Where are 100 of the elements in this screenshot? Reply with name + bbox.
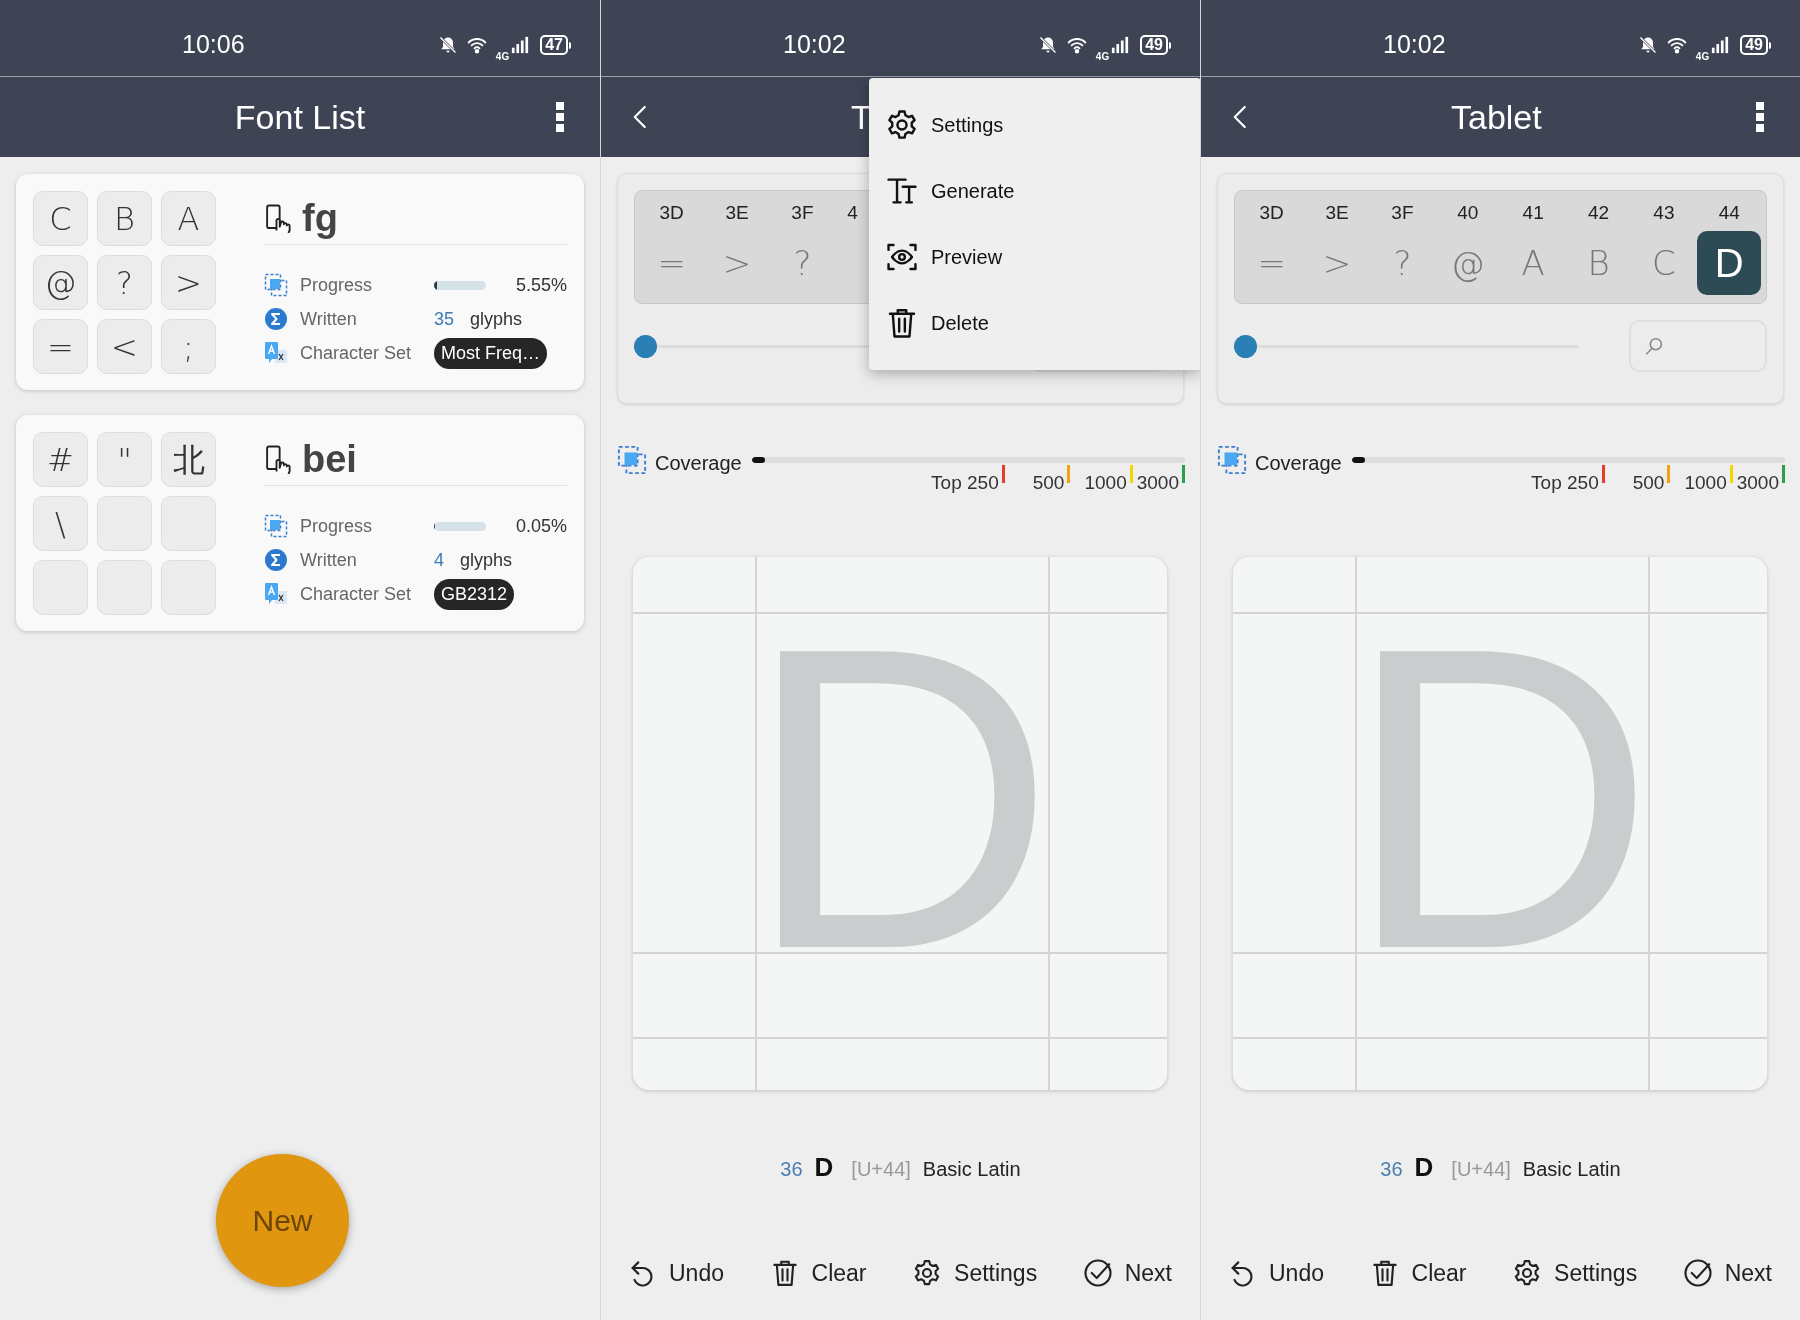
font-card[interactable]: # " 北 \ bei Progress 0.05% Written 4 glyphs Character Set GB2312 xyxy=(16,415,584,631)
current-glyph: D xyxy=(814,1151,834,1184)
menu-item[interactable]: Settings xyxy=(869,92,1201,158)
more-menu-icon[interactable] xyxy=(1756,102,1764,132)
glyph-thumbnail: < xyxy=(97,319,152,374)
glyph-thumbnail: ? xyxy=(97,255,152,310)
glyph-thumbnail: \ xyxy=(33,496,88,551)
glyph-cell[interactable]: D xyxy=(1697,231,1762,295)
screen-title: Tablet xyxy=(1451,96,1542,138)
coverage-mark: 1000 xyxy=(1684,473,1727,492)
glyph-code: 44 xyxy=(1718,201,1740,225)
toolbar-button[interactable]: Clear xyxy=(1369,1256,1467,1291)
glyph-code: 3D xyxy=(1259,201,1284,225)
unicode-code: [U+44] xyxy=(851,1157,911,1182)
search-field[interactable] xyxy=(1629,320,1767,372)
glyph-slot xyxy=(161,496,216,551)
glyph-thumbnail: 北 xyxy=(161,432,216,487)
signal-icon xyxy=(1111,35,1130,55)
tablet-touch-icon xyxy=(264,443,294,474)
row-label: Character Set xyxy=(300,582,413,606)
slider-thumb[interactable] xyxy=(634,334,657,358)
battery-indicator: 49 xyxy=(1140,35,1168,55)
glyph-code: 3E xyxy=(725,201,749,225)
glyph-code: 43 xyxy=(1653,201,1675,225)
signal-icon xyxy=(1711,35,1730,55)
glyph-slot xyxy=(33,560,88,615)
network-type: 4G xyxy=(1695,52,1710,62)
search-icon xyxy=(1643,335,1665,357)
coverage-label: Coverage xyxy=(1255,451,1342,476)
unicode-block-name: Basic Latin xyxy=(1522,1157,1621,1182)
sigma-icon xyxy=(264,307,288,331)
font-card[interactable]: C B A @ ? > = < ; fg Progress 5.55% Written 35 glyphs Character Set Most Freq… xyxy=(16,174,584,390)
glyph-code: 4 xyxy=(847,201,858,225)
clock: 10:02 xyxy=(1383,29,1446,61)
toolbar-button[interactable]: Undo xyxy=(627,1256,724,1291)
screen-title: Font List xyxy=(234,96,366,138)
dashed-square-icon xyxy=(1217,445,1247,475)
toolbar-button[interactable]: Settings xyxy=(1512,1256,1638,1291)
screen-title: T xyxy=(851,96,872,138)
charset-badge: GB2312 xyxy=(434,578,515,610)
dashed-square-icon xyxy=(264,514,288,538)
row-label: Written xyxy=(300,548,358,572)
font-name: fg xyxy=(302,198,338,237)
glyph-index: 36 xyxy=(780,1157,803,1182)
tablet-touch-icon xyxy=(264,202,294,233)
dashed-square-icon xyxy=(264,273,288,297)
row-label: Written xyxy=(300,307,358,331)
glyph-code: 3E xyxy=(1325,201,1349,225)
glyph-thumbnail: @ xyxy=(33,255,88,310)
more-menu-icon[interactable] xyxy=(556,102,564,132)
slider-thumb[interactable] xyxy=(1234,334,1257,358)
toolbar-button[interactable]: Clear xyxy=(769,1256,867,1291)
progress-percent: 5.55% xyxy=(515,273,567,297)
glyph-thumbnail: A xyxy=(161,191,216,246)
progress-percent: 0.05% xyxy=(515,514,567,538)
current-glyph: D xyxy=(1414,1151,1434,1184)
toolbar-button[interactable]: Next xyxy=(1082,1256,1172,1291)
glyph-code: 41 xyxy=(1522,201,1544,225)
glyph-code: 40 xyxy=(1457,201,1479,225)
glyph-slot xyxy=(161,560,216,615)
glyph-slot xyxy=(97,496,152,551)
glyph-slot xyxy=(97,560,152,615)
glyph-thumbnail: " xyxy=(97,432,152,487)
row-label: Progress xyxy=(300,514,374,538)
check-circle-icon xyxy=(1082,1258,1113,1289)
toolbar-button[interactable]: Settings xyxy=(912,1256,1038,1291)
coverage-mark: 3000 xyxy=(1736,473,1779,492)
check-circle-icon xyxy=(1682,1258,1713,1289)
glyph-code: 3D xyxy=(659,201,684,225)
unicode-code: [U+44] xyxy=(1451,1157,1511,1182)
bell-off-icon xyxy=(1037,35,1058,55)
settings-icon xyxy=(885,108,919,142)
glyph-thumbnail: B xyxy=(97,191,152,246)
menu-item[interactable]: Preview xyxy=(869,224,1201,290)
coverage-mark: 1000 xyxy=(1084,473,1127,492)
signal-icon xyxy=(511,35,530,55)
menu-item[interactable]: Delete xyxy=(869,290,1201,356)
glyph-count: 4 xyxy=(434,548,444,572)
bell-off-icon xyxy=(1637,35,1658,55)
network-type: 4G xyxy=(1095,52,1110,62)
glyph-thumbnail: = xyxy=(33,319,88,374)
battery-indicator: 49 xyxy=(1740,35,1768,55)
glyph-code: 3F xyxy=(1391,201,1414,225)
glyph-thumbnail: > xyxy=(161,255,216,310)
battery-indicator: 47 xyxy=(540,35,568,55)
coverage-label: Coverage xyxy=(655,451,742,476)
menu-item[interactable]: Generate xyxy=(869,158,1201,224)
bell-off-icon xyxy=(437,35,458,55)
coverage-mark: Top 250 xyxy=(1531,473,1599,492)
coverage-mark: 500 xyxy=(1032,473,1065,492)
toolbar-button[interactable]: Next xyxy=(1682,1256,1772,1291)
coverage-mark: 500 xyxy=(1632,473,1665,492)
translate-icon xyxy=(264,582,288,606)
toolbar-button[interactable]: Undo xyxy=(1227,1256,1324,1291)
glyph-code: 3F xyxy=(791,201,814,225)
slider[interactable] xyxy=(1234,334,1579,358)
count-unit: glyphs xyxy=(460,548,513,572)
sigma-icon xyxy=(264,548,288,572)
glyph-code: 42 xyxy=(1588,201,1610,225)
glyph-thumbnail: ; xyxy=(161,319,216,374)
